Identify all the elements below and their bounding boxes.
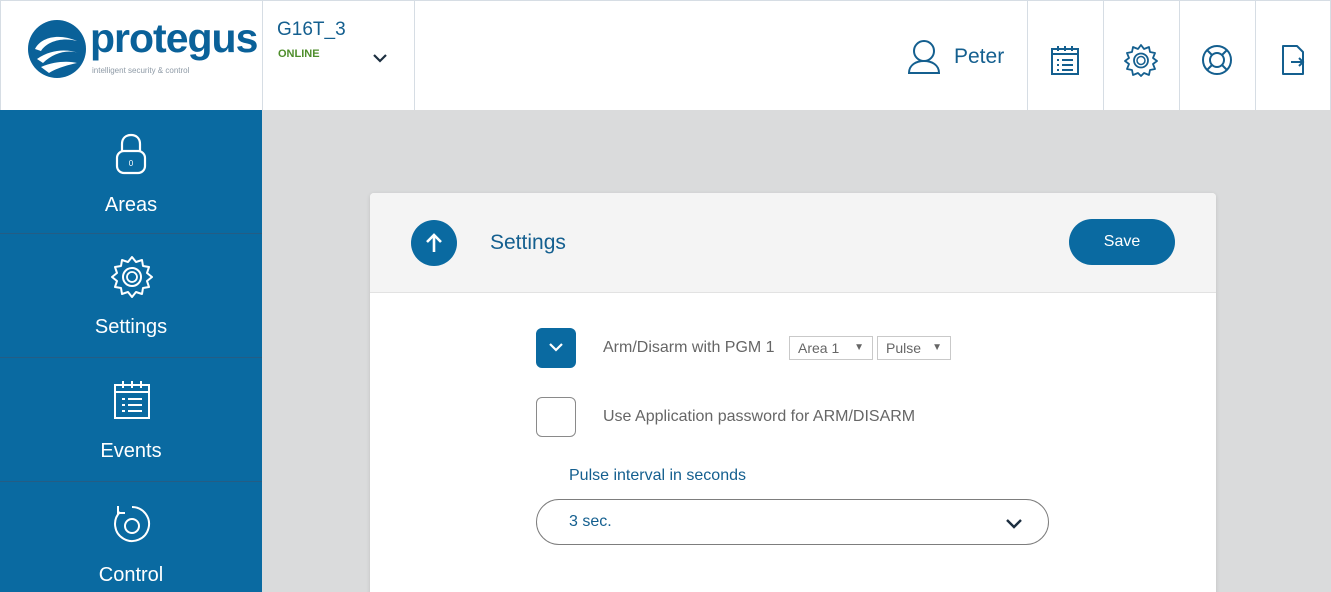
- mode-select-value: Pulse: [886, 340, 922, 356]
- select-arrow-icon: ▼: [854, 342, 864, 353]
- area-select[interactable]: Area 1 ▼: [789, 336, 873, 360]
- app-password-label: Use Application password for ARM/DISARM: [603, 408, 916, 425]
- brand-tagline: intelligent security & control: [92, 66, 190, 75]
- sidebar: 0 Areas Settings Events Control: [0, 110, 262, 592]
- events-header-button[interactable]: [1028, 1, 1104, 111]
- chevron-down-icon: [1006, 519, 1022, 529]
- pulse-interval-value: 3 sec.: [569, 513, 612, 530]
- sidebar-item-settings[interactable]: Settings: [0, 234, 262, 358]
- settings-card: Settings Save Arm/Disarm with PGM 1 Area…: [370, 193, 1216, 592]
- sidebar-item-label: Events: [100, 440, 162, 462]
- user-menu[interactable]: Peter: [906, 1, 1028, 111]
- sidebar-item-label: Areas: [104, 194, 158, 216]
- card-title: Settings: [490, 231, 566, 254]
- pgm-arm-checkbox[interactable]: [536, 328, 576, 368]
- events-calendar-icon: [1051, 46, 1079, 75]
- protegus-logo-icon: [28, 20, 86, 78]
- check-chevron-icon: [549, 343, 563, 352]
- sidebar-item-control[interactable]: Control: [0, 482, 262, 592]
- chevron-down-icon: [373, 54, 387, 63]
- device-status: ONLINE: [278, 48, 320, 60]
- area-select-value: Area 1: [798, 340, 840, 356]
- user-icon: [907, 40, 941, 74]
- mode-select[interactable]: Pulse ▼: [877, 336, 951, 360]
- top-header: protegus intelligent security & control …: [0, 0, 1331, 111]
- padlock-icon: 0: [115, 133, 147, 175]
- gear-icon: [111, 256, 153, 298]
- sidebar-item-label: Control: [98, 564, 164, 586]
- user-name: Peter: [954, 45, 1005, 68]
- logout-icon: [1282, 45, 1305, 75]
- brand-logo[interactable]: protegus intelligent security & control: [1, 1, 263, 111]
- settings-header-button[interactable]: [1104, 1, 1180, 111]
- pulse-interval-select[interactable]: 3 sec.: [536, 499, 1049, 545]
- calendar-list-icon: [114, 381, 150, 419]
- app-password-checkbox[interactable]: [536, 397, 576, 437]
- pulse-interval-label: Pulse interval in seconds: [569, 467, 746, 484]
- sidebar-item-events[interactable]: Events: [0, 358, 262, 482]
- select-arrow-icon: ▼: [932, 342, 942, 353]
- lifebuoy-icon: [1202, 45, 1232, 75]
- brand-name: protegus: [90, 15, 258, 61]
- sidebar-item-label: Settings: [94, 316, 168, 338]
- svg-text:0: 0: [129, 159, 134, 168]
- collapse-button[interactable]: [411, 220, 457, 266]
- sidebar-item-areas[interactable]: 0 Areas: [0, 110, 262, 234]
- device-selector[interactable]: G16T_3 ONLINE: [263, 1, 415, 111]
- help-header-button[interactable]: [1180, 1, 1256, 111]
- logout-header-button[interactable]: [1256, 1, 1331, 111]
- save-button[interactable]: Save: [1069, 219, 1175, 265]
- arrow-up-icon: [426, 233, 442, 252]
- pgm-arm-label: Arm/Disarm with PGM 1: [603, 339, 775, 356]
- main-content: Settings Save Arm/Disarm with PGM 1 Area…: [262, 110, 1331, 592]
- gear-icon: [1124, 44, 1158, 77]
- rotate-icon: [114, 506, 151, 542]
- card-header: Settings Save: [370, 193, 1216, 293]
- device-name: G16T_3: [277, 19, 346, 40]
